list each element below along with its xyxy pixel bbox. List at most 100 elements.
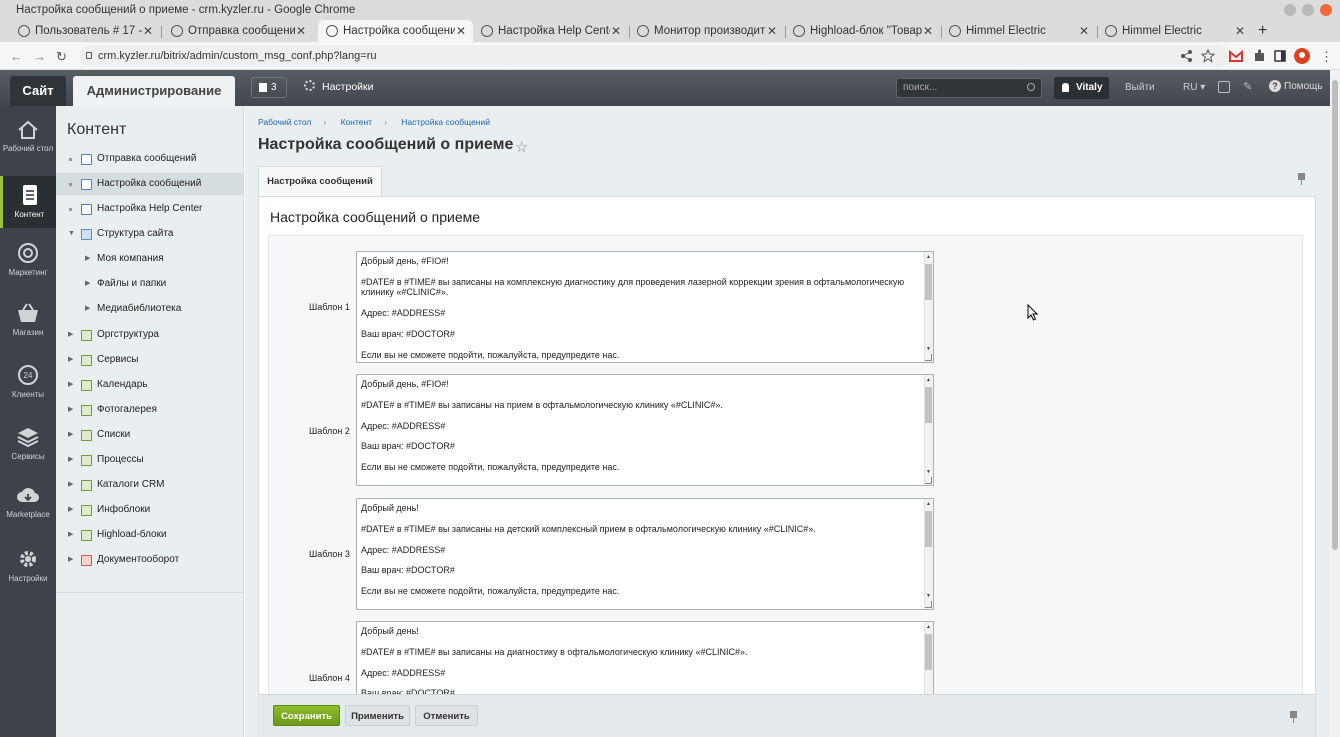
menu-item-org-structure[interactable]: ▶ Оргструктура (56, 324, 244, 346)
iconbar-marketing[interactable]: Маркетинг (0, 242, 56, 277)
textarea-scrollbar[interactable]: ▲▼ (924, 375, 933, 485)
logout-link[interactable]: Выйти (1125, 82, 1155, 93)
menu-item-crm-catalogs[interactable]: ▶ Каталоги CRM (56, 474, 244, 496)
tab-close-icon[interactable]: ✕ (142, 24, 154, 38)
iconbar-shop[interactable]: Магазин (0, 302, 56, 337)
menu-item-site-structure[interactable]: ▼ Структура сайта (56, 223, 244, 245)
menu-item-message-settings[interactable]: Настройка сообщений (56, 173, 244, 195)
footer-pin-icon[interactable] (1290, 711, 1297, 723)
close-window-button[interactable] (1320, 4, 1332, 16)
template-3-textarea[interactable]: Добрый день! #DATE# в #TIME# вы записаны … (356, 498, 934, 610)
menu-item-lists[interactable]: ▶ Списки (56, 424, 244, 446)
browser-tab-4[interactable]: Настройка Help Cente ✕ (473, 20, 628, 42)
site-tab[interactable]: Сайт (10, 76, 66, 106)
iconbar-settings[interactable]: Настройки (0, 548, 56, 583)
profile-avatar-icon[interactable] (1294, 48, 1310, 64)
tab-close-icon[interactable]: ✕ (1234, 24, 1246, 38)
menu-item-help-center[interactable]: Настройка Help Center (56, 198, 244, 220)
browser-tab-8[interactable]: Himmel Electric ✕ (1097, 20, 1252, 42)
admin-tab[interactable]: Администрирование (73, 76, 235, 106)
menu-item-document-flow[interactable]: ▶ Документооборот (56, 549, 244, 571)
menu-item-send-messages[interactable]: Отправка сообщений (56, 148, 244, 170)
breadcrumb-desktop[interactable]: Рабочий стол (258, 117, 311, 127)
expand-right-icon[interactable]: ▶ (68, 524, 73, 546)
new-tab-button[interactable]: + (1258, 20, 1267, 42)
apply-button[interactable]: Применить (345, 705, 410, 726)
expand-right-icon[interactable]: ▶ (68, 549, 73, 571)
pin-icon[interactable] (1298, 173, 1305, 185)
expand-right-icon[interactable]: ▶ (68, 424, 73, 446)
forward-icon[interactable]: → (33, 49, 46, 64)
resize-handle[interactable] (925, 601, 932, 608)
browser-tab-2[interactable]: Отправка сообщений ✕ (163, 20, 313, 42)
extensions-puzzle-icon[interactable] (1252, 49, 1266, 63)
pin-icon[interactable]: ✎ (1243, 80, 1255, 93)
resize-handle[interactable] (925, 477, 932, 484)
page-scrollbar[interactable] (1330, 70, 1340, 737)
expand-right-icon[interactable]: ▶ (68, 349, 73, 371)
expand-right-icon[interactable]: ▶ (85, 298, 90, 320)
textarea-scrollbar[interactable]: ▲▼ (924, 499, 933, 609)
user-menu[interactable]: Vitaly (1054, 77, 1109, 99)
browser-tab-5[interactable]: Монитор производит ✕ (629, 20, 784, 42)
help-link[interactable]: ? Помощь (1269, 80, 1323, 92)
tab-close-icon[interactable]: ✕ (295, 24, 307, 38)
menu-item-photogallery[interactable]: ▶ Фотогалерея (56, 399, 244, 421)
tab-close-icon[interactable]: ✕ (610, 24, 622, 38)
textarea-scrollbar[interactable]: ▲▼ (924, 252, 933, 362)
expand-right-icon[interactable]: ▶ (85, 248, 90, 270)
menu-item-files-folders[interactable]: ▶ Файлы и папки (56, 273, 244, 295)
template-1-textarea[interactable]: Добрый день, #FIO#! #DATE# в #TIME# вы за… (356, 251, 934, 363)
menu-item-calendar[interactable]: ▶ Календарь (56, 374, 244, 396)
reload-icon[interactable]: ↻ (56, 49, 67, 65)
notifications-button[interactable]: 3 (251, 77, 287, 98)
browser-menu-icon[interactable]: ⋮ (1320, 49, 1333, 65)
cancel-button[interactable]: Отменить (415, 705, 478, 726)
menu-item-processes[interactable]: ▶ Процессы (56, 449, 244, 471)
iconbar-marketplace[interactable]: Marketplace (0, 486, 56, 519)
url-field[interactable]: crm.kyzler.ru/bitrix/admin/custom_msg_co… (80, 45, 1230, 67)
expand-right-icon[interactable]: ▶ (68, 374, 73, 396)
menu-item-infoblocks[interactable]: ▶ Инфоблоки (56, 499, 244, 521)
iconbar-services[interactable]: Сервисы (0, 426, 56, 461)
expand-right-icon[interactable]: ▶ (68, 499, 73, 521)
share-icon[interactable] (1180, 49, 1194, 63)
menu-item-media-library[interactable]: ▶ Медиабиблиотека (56, 298, 244, 320)
expand-down-icon[interactable]: ▼ (68, 223, 75, 245)
browser-tab-7[interactable]: Himmel Electric ✕ (941, 20, 1096, 42)
tab-close-icon[interactable]: ✕ (455, 24, 467, 38)
resize-handle[interactable] (925, 354, 932, 361)
breadcrumb-content[interactable]: Контент (341, 117, 373, 127)
menu-item-my-company[interactable]: ▶ Моя компания (56, 248, 244, 270)
expand-right-icon[interactable]: ▶ (68, 474, 73, 496)
expand-right-icon[interactable]: ▶ (68, 399, 73, 421)
menu-item-highload-blocks[interactable]: ▶ Highload-блоки (56, 524, 244, 546)
admin-search-input[interactable]: поиск... (896, 78, 1042, 98)
maximize-button[interactable] (1302, 4, 1314, 16)
save-button[interactable]: Сохранить (273, 705, 340, 726)
browser-tab-6[interactable]: Highload-блок "Товар ✕ (785, 20, 940, 42)
back-icon[interactable]: ← (10, 49, 23, 64)
tab-close-icon[interactable]: ✕ (766, 24, 778, 38)
gmail-icon[interactable] (1229, 49, 1243, 63)
tab-close-icon[interactable]: ✕ (1078, 24, 1090, 38)
minimize-button[interactable] (1284, 4, 1296, 16)
template-2-textarea[interactable]: Добрый день, #FIO#! #DATE# в #TIME# вы за… (356, 374, 934, 486)
toggle-panel-icon[interactable] (1218, 81, 1230, 93)
browser-tab-3-active[interactable]: Настройка сообщени ✕ (318, 20, 473, 42)
language-selector[interactable]: RU ▾ (1183, 82, 1205, 93)
iconbar-clients[interactable]: 24 Клиенты (0, 364, 56, 399)
tab-message-settings[interactable]: Настройка сообщений (258, 166, 382, 196)
side-panel-icon[interactable] (1273, 49, 1287, 63)
expand-right-icon[interactable]: ▶ (68, 449, 73, 471)
bookmark-star-icon[interactable] (1201, 49, 1215, 63)
menu-item-services[interactable]: ▶ Сервисы (56, 349, 244, 371)
favorite-star-icon[interactable]: ☆ (515, 138, 528, 156)
iconbar-content[interactable]: Контент (0, 176, 56, 228)
breadcrumb-message-settings[interactable]: Настройка сообщений (401, 117, 490, 127)
iconbar-desktop[interactable]: Рабочий стол (0, 120, 56, 153)
settings-link[interactable]: Настройки (304, 80, 374, 93)
expand-right-icon[interactable]: ▶ (85, 273, 90, 295)
expand-right-icon[interactable]: ▶ (68, 324, 73, 346)
search-icon[interactable] (1027, 83, 1035, 91)
